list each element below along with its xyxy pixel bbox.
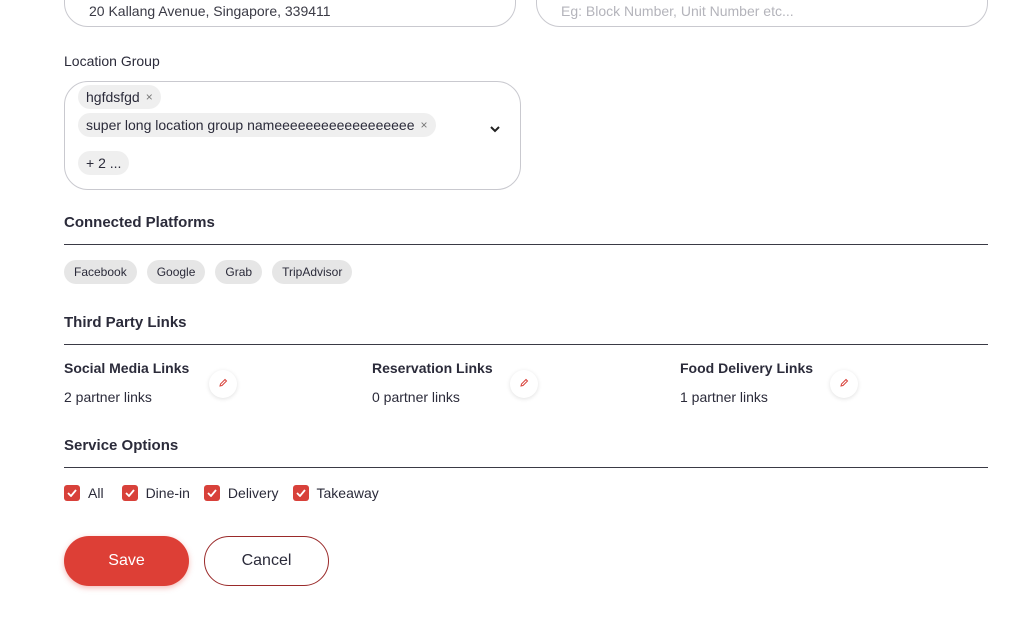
cancel-button[interactable]: Cancel — [204, 536, 329, 586]
edit-social-links-button[interactable] — [209, 370, 237, 398]
connected-platforms-title: Connected Platforms — [64, 214, 215, 231]
checkmark-icon — [207, 489, 217, 497]
location-edit-form: 20 Kallang Avenue, Singapore, 339411 Eg:… — [0, 0, 1020, 634]
service-option-takeaway[interactable]: Takeaway — [292, 485, 379, 501]
checkbox[interactable] — [203, 485, 220, 501]
checkmark-icon — [124, 489, 135, 497]
edit-reservation-links-button[interactable] — [510, 370, 538, 398]
platform-chip-grab: Grab — [215, 260, 263, 284]
location-group-select[interactable]: hgfdsfgd × super long location group nam… — [64, 81, 521, 190]
chip-label: super long location group nameeeeeeeeeee… — [86, 117, 415, 133]
social-media-links: Social Media Links 2 partner links — [64, 360, 364, 405]
location-group-chip: hgfdsfgd × — [78, 85, 161, 109]
checkmark-icon — [67, 489, 77, 497]
platform-chip-facebook: Facebook — [64, 260, 137, 284]
address-line2-placeholder: Eg: Block Number, Unit Number etc... — [561, 3, 794, 19]
platform-chip-google: Google — [146, 260, 206, 284]
address-line1-input[interactable]: 20 Kallang Avenue, Singapore, 339411 — [64, 0, 516, 27]
service-option-delivery[interactable]: Delivery — [203, 485, 279, 501]
divider — [64, 244, 988, 245]
location-group-chip: super long location group nameeeeeeeeeee… — [78, 113, 436, 137]
checkbox[interactable] — [64, 485, 80, 501]
edit-food-delivery-links-button[interactable] — [830, 370, 858, 398]
link-column-count: 1 partner links — [680, 389, 768, 405]
connected-platforms-list: Facebook Google Grab TripAdvisor — [64, 260, 353, 284]
service-options-title: Service Options — [64, 437, 179, 454]
service-options-list: All Dine-in Delivery Takeaway — [64, 485, 393, 501]
service-option-dine-in[interactable]: Dine-in — [121, 485, 190, 501]
address-line2-input[interactable]: Eg: Block Number, Unit Number etc... — [536, 0, 988, 27]
service-option-all[interactable]: All — [64, 485, 104, 501]
pencil-icon — [218, 375, 228, 393]
checkmark-icon — [295, 489, 306, 497]
location-group-label: Location Group — [64, 53, 160, 69]
chip-label: hgfdsfgd — [86, 89, 140, 105]
option-label: Takeaway — [316, 485, 379, 501]
option-label: Dine-in — [145, 485, 190, 501]
chevron-down-icon[interactable] — [490, 124, 500, 136]
close-icon[interactable]: × — [146, 90, 153, 104]
divider — [64, 344, 988, 345]
save-button[interactable]: Save — [64, 536, 189, 586]
checkbox[interactable] — [121, 485, 138, 501]
option-label: All — [88, 485, 104, 501]
link-column-title: Food Delivery Links — [680, 360, 814, 376]
option-label: Delivery — [227, 485, 279, 501]
platform-chip-tripadvisor: TripAdvisor — [272, 260, 353, 284]
divider — [64, 467, 988, 468]
third-party-links-title: Third Party Links — [64, 314, 187, 331]
food-delivery-links: Food Delivery Links 1 partner links — [680, 360, 980, 405]
checkbox[interactable] — [292, 485, 309, 501]
more-chips-label: + 2 ... — [86, 155, 122, 171]
pencil-icon — [519, 375, 529, 393]
address-line1-value: 20 Kallang Avenue, Singapore, 339411 — [89, 3, 331, 19]
more-chips-indicator[interactable]: + 2 ... — [78, 151, 130, 175]
reservation-links: Reservation Links 0 partner links — [372, 360, 672, 405]
pencil-icon — [839, 375, 849, 393]
close-icon[interactable]: × — [421, 118, 428, 132]
